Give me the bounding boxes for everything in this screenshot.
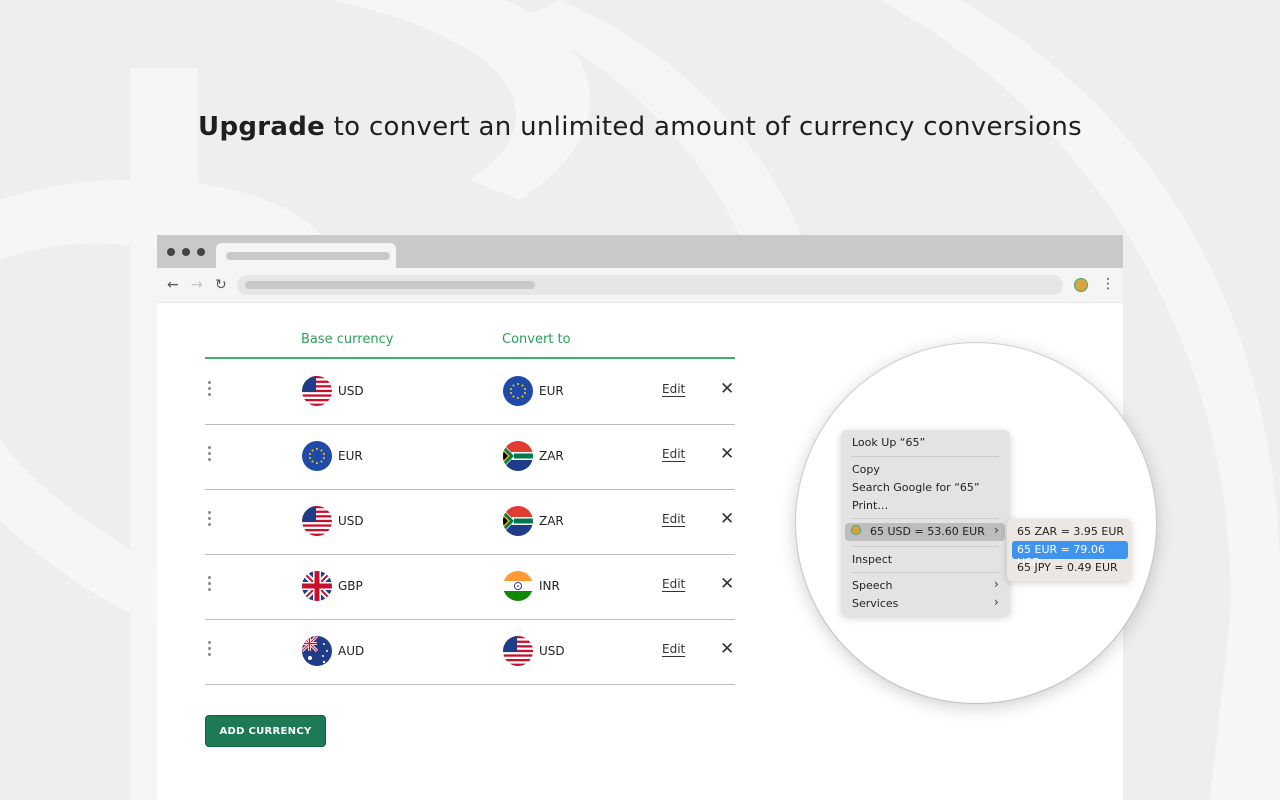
target-currency-code: USD (539, 644, 565, 658)
convert-to-header: Convert to (502, 332, 571, 347)
chevron-right-icon: › (994, 595, 999, 609)
browser-titlebar (157, 235, 1123, 269)
menu-item-print[interactable]: Print… (852, 499, 888, 512)
base-currency-header: Base currency (301, 332, 394, 347)
browser-tab[interactable] (216, 243, 396, 269)
edit-link[interactable]: Edit (662, 642, 685, 656)
add-currency-button[interactable]: ADD CURRENCY (205, 715, 326, 747)
headline: Upgrade to convert an unlimited amount o… (0, 112, 1280, 142)
submenu-item[interactable]: 65 ZAR = 3.95 EUR (1017, 525, 1124, 538)
address-bar[interactable] (237, 275, 1063, 295)
back-arrow-icon[interactable]: ← (167, 276, 179, 294)
window-dot-maximize[interactable] (197, 248, 205, 256)
us-flag-icon (302, 376, 332, 406)
eu-flag-icon (503, 376, 533, 406)
menu-separator (851, 546, 999, 547)
us-flag-icon (302, 506, 332, 536)
in-flag-icon (503, 571, 533, 601)
drag-handle-icon[interactable] (207, 641, 213, 659)
forward-arrow-icon[interactable]: → (191, 276, 203, 294)
base-currency-code: GBP (338, 579, 363, 593)
headline-rest: to convert an unlimited amount of curren… (325, 112, 1082, 142)
currency-row: USD EUR Edit ✕ (205, 359, 735, 425)
eu-flag-icon (302, 441, 332, 471)
window-dot-close[interactable] (167, 248, 175, 256)
close-icon[interactable]: ✕ (720, 444, 734, 464)
base-currency-code: USD (338, 514, 364, 528)
currency-row: AUD USD Edit ✕ (205, 619, 735, 685)
base-currency-code: AUD (338, 644, 365, 658)
currency-row: EUR ZAR Edit ✕ (205, 424, 735, 490)
browser-menu-icon[interactable]: ⋮ (1101, 275, 1115, 293)
chevron-right-icon: › (994, 577, 999, 591)
chevron-right-icon: › (994, 523, 999, 537)
context-menu: Look Up “65” Copy Search Google for “65”… (841, 430, 1010, 616)
base-currency-code: EUR (338, 449, 363, 463)
target-currency-code: ZAR (539, 514, 564, 528)
za-flag-icon (503, 441, 533, 471)
target-currency-code: ZAR (539, 449, 564, 463)
reload-icon[interactable]: ↻ (215, 276, 227, 294)
edit-link[interactable]: Edit (662, 512, 685, 526)
gb-flag-icon (302, 571, 332, 601)
target-currency-code: INR (539, 579, 560, 593)
close-icon[interactable]: ✕ (720, 639, 734, 659)
context-menu-magnifier: Look Up “65” Copy Search Google for “65”… (796, 343, 1156, 703)
us-flag-icon (503, 636, 533, 666)
browser-toolbar: ← → ↻ ⋮ (157, 268, 1123, 303)
edit-link[interactable]: Edit (662, 577, 685, 591)
au-flag-icon (302, 636, 332, 666)
menu-item-inspect[interactable]: Inspect (852, 553, 892, 566)
tab-title-placeholder (226, 252, 390, 260)
extension-coin-icon (851, 525, 861, 535)
menu-separator (851, 456, 999, 457)
close-icon[interactable]: ✕ (720, 574, 734, 594)
window-dot-minimize[interactable] (182, 248, 190, 256)
menu-separator (851, 518, 999, 519)
extension-coin-icon[interactable] (1074, 278, 1088, 292)
menu-item-copy[interactable]: Copy (852, 463, 880, 476)
close-icon[interactable]: ✕ (720, 509, 734, 529)
menu-item-search-google[interactable]: Search Google for “65” (852, 481, 980, 494)
drag-handle-icon[interactable] (207, 446, 213, 464)
address-placeholder (245, 281, 535, 289)
menu-item-services[interactable]: Services (852, 597, 898, 610)
submenu-item[interactable]: 65 JPY = 0.49 EUR (1017, 561, 1118, 574)
base-currency-code: USD (338, 384, 364, 398)
menu-item-conversion[interactable]: 65 USD = 53.60 EUR (870, 525, 985, 538)
headline-bold: Upgrade (198, 112, 326, 142)
drag-handle-icon[interactable] (207, 576, 213, 594)
menu-item-look-up[interactable]: Look Up “65” (852, 436, 925, 449)
menu-item-speech[interactable]: Speech (852, 579, 893, 592)
currency-row: GBP INR Edit ✕ (205, 554, 735, 620)
target-currency-code: EUR (539, 384, 564, 398)
currency-row: USD ZAR Edit ✕ (205, 489, 735, 555)
drag-handle-icon[interactable] (207, 511, 213, 529)
menu-separator (851, 572, 999, 573)
za-flag-icon (503, 506, 533, 536)
edit-link[interactable]: Edit (662, 382, 685, 396)
edit-link[interactable]: Edit (662, 447, 685, 461)
conversion-submenu: 65 ZAR = 3.95 EUR 65 EUR = 79.06 USD 65 … (1007, 519, 1131, 581)
close-icon[interactable]: ✕ (720, 379, 734, 399)
drag-handle-icon[interactable] (207, 381, 213, 399)
